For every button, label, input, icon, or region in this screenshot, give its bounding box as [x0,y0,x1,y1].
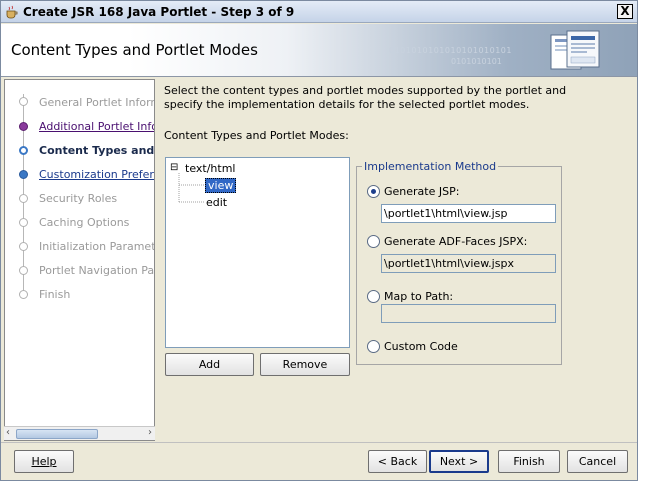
step-marker-icon [19,290,28,299]
map-to-path-radio[interactable] [367,290,380,303]
tree-node-edit[interactable]: edit [206,196,227,209]
scrollbar-thumb[interactable] [16,429,98,439]
wizard-window: Create JSR 168 Java Portlet - Step 3 of … [0,0,638,481]
coffee-cup-icon [6,5,18,19]
page-heading: Content Types and Portlet Modes [11,41,258,59]
finish-button[interactable]: Finish [498,450,560,473]
implementation-method-group: Implementation Method Generate JSP: \por… [356,160,562,365]
implementation-method-legend: Implementation Method [362,160,499,173]
step-marker-icon [19,170,28,179]
step-marker-icon [19,122,28,131]
page-description: Select the content types and portlet mod… [164,84,567,111]
content-types-label: Content Types and Portlet Modes: [164,129,349,142]
finish-button-label: Finish [513,455,545,468]
step-current-marker-icon [19,146,28,155]
tree-collapse-icon[interactable]: ⊟ [170,162,178,173]
help-button[interactable]: Help [14,450,74,473]
title-bar[interactable]: Create JSR 168 Java Portlet - Step 3 of … [1,1,637,23]
step-marker-icon [19,97,28,106]
step-marker-icon [19,218,28,227]
step-additional-portlet-information[interactable]: Additional Portlet Information [39,120,154,133]
wizard-steps-panel: General Portlet Information Additional P… [4,79,155,441]
footer-separator [1,442,637,443]
step-finish[interactable]: Finish [39,288,70,301]
step-content-types-and-portlet-modes[interactable]: Content Types and Portlet Modes [39,144,154,157]
close-button[interactable]: X [617,4,633,19]
banner-decoration-binary-2: 0101010101 [451,57,502,66]
map-to-path-label[interactable]: Map to Path: [384,290,453,303]
custom-code-radio[interactable] [367,340,380,353]
step-general-portlet-information[interactable]: General Portlet Information [39,96,154,109]
window-title: Create JSR 168 Java Portlet - Step 3 of … [23,5,295,19]
step-portlet-navigation-parameters[interactable]: Portlet Navigation Parameters [39,264,154,277]
next-button[interactable]: Next > [429,450,489,473]
generate-jsp-path-field[interactable]: \portlet1\html\view.jsp [381,204,556,223]
back-button-label: < Back [377,455,418,468]
step-marker-icon [19,266,28,275]
generate-jsp-radio[interactable] [367,185,380,198]
help-button-label: Help [31,455,57,468]
cancel-button-label: Cancel [578,455,617,468]
step-initialization-parameters[interactable]: Initialization Parameters [39,240,154,253]
step-security-roles[interactable]: Security Roles [39,192,117,205]
scroll-right-icon[interactable]: › [148,427,152,438]
back-button[interactable]: < Back [368,450,427,473]
tree-node-view[interactable]: view [205,178,237,193]
close-icon: X [620,4,630,18]
step-marker-icon [19,242,28,251]
steps-horizontal-scrollbar[interactable]: ‹ › [4,426,155,440]
scroll-left-icon[interactable]: ‹ [6,427,10,438]
remove-button[interactable]: Remove [260,353,350,376]
step-caching-options[interactable]: Caching Options [39,216,129,229]
custom-code-label[interactable]: Custom Code [384,340,458,353]
content-types-tree[interactable]: ⊟ text/html view edit [165,157,350,348]
add-button[interactable]: Add [165,353,254,376]
step-customization-preferences[interactable]: Customization Preferences [39,168,154,181]
generate-adf-faces-jspx-radio[interactable] [367,235,380,248]
generate-adf-faces-jspx-label[interactable]: Generate ADF-Faces JSPX: [384,235,527,248]
header-banner: Content Types and Portlet Modes 01010101… [1,24,637,77]
step-marker-icon [19,194,28,203]
generate-jsp-label[interactable]: Generate JSP: [384,185,459,198]
wizard-graphic-icon [550,30,600,70]
generate-adf-faces-jspx-path-field[interactable]: \portlet1\html\view.jspx [381,254,556,273]
banner-decoration-binary: 0101010101010101010101 [389,46,512,55]
tree-node-text-html[interactable]: text/html [185,162,235,175]
next-button-label: Next > [439,455,479,468]
map-to-path-field[interactable] [381,304,556,323]
cancel-button[interactable]: Cancel [567,450,628,473]
